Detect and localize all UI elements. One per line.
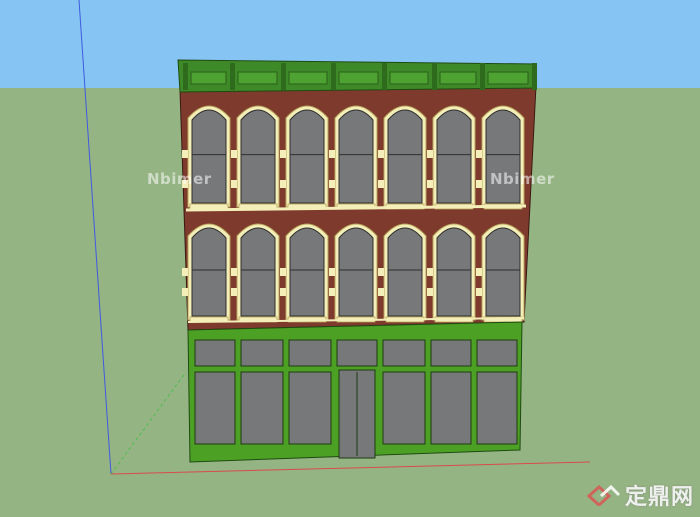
modeling-viewport[interactable]: Nbimer Nbimer 定鼎网 — [0, 0, 700, 517]
cornice-bracket — [230, 63, 235, 90]
quoin-block — [378, 150, 384, 158]
window-glass — [289, 227, 325, 317]
brand-logo: 定鼎网 — [586, 479, 694, 511]
quoin-block — [280, 150, 286, 158]
window-glass — [436, 227, 472, 317]
cornice-bracket — [183, 63, 188, 90]
cornice-panel — [237, 71, 278, 85]
3d-scene[interactable] — [0, 0, 700, 517]
quoin-block — [231, 150, 237, 158]
cornice-bracket — [432, 63, 437, 90]
quoin-block — [329, 150, 335, 158]
quoin-block — [182, 180, 188, 188]
window-glass — [436, 109, 472, 204]
quoin-block — [182, 288, 188, 296]
logo-text: 定鼎网 — [624, 485, 694, 510]
cornice-panel — [389, 71, 429, 85]
window-glass — [289, 109, 325, 204]
logo-icon — [586, 484, 621, 506]
quoin-block — [476, 180, 482, 188]
quoin-block — [231, 180, 237, 188]
display-window — [476, 371, 518, 445]
cornice-panel — [439, 71, 477, 85]
cornice-bracket — [382, 63, 387, 90]
window-glass — [240, 109, 276, 204]
quoin-block — [329, 268, 335, 276]
quoin-block — [329, 288, 335, 296]
window-glass — [387, 109, 423, 204]
cornice-panel — [338, 71, 379, 85]
window-glass — [191, 227, 227, 317]
transom-glass — [288, 339, 332, 367]
quoin-block — [476, 288, 482, 296]
quoin-block — [280, 180, 286, 188]
transom-glass — [240, 339, 284, 367]
display-window — [382, 371, 426, 445]
cornice-bracket — [480, 63, 485, 90]
window-glass — [338, 227, 374, 317]
quoin-block — [476, 150, 482, 158]
transom-glass — [476, 339, 518, 367]
cornice-bracket — [532, 63, 537, 90]
quoin-block — [280, 288, 286, 296]
cornice-bracket — [331, 63, 336, 90]
quoin-block — [231, 288, 237, 296]
window-glass — [338, 109, 374, 204]
quoin-block — [280, 268, 286, 276]
quoin-block — [476, 268, 482, 276]
building-model[interactable] — [177, 59, 537, 463]
window-glass — [191, 109, 227, 204]
quoin-block — [182, 150, 188, 158]
window-glass — [485, 109, 521, 204]
window-glass — [485, 227, 521, 317]
quoin-block — [427, 180, 433, 188]
window-glass — [240, 227, 276, 317]
transom-glass — [430, 339, 472, 367]
cornice-bracket — [281, 63, 286, 90]
quoin-block — [378, 268, 384, 276]
display-window — [194, 371, 236, 445]
quoin-block — [378, 180, 384, 188]
quoin-block — [427, 268, 433, 276]
quoin-block — [427, 288, 433, 296]
transom-glass — [382, 339, 426, 367]
transom-glass — [194, 339, 236, 367]
window-glass — [387, 227, 423, 317]
transom-glass — [336, 339, 378, 367]
cornice-panel — [487, 71, 529, 85]
quoin-block — [182, 268, 188, 276]
quoin-block — [329, 180, 335, 188]
quoin-block — [378, 288, 384, 296]
cornice-panel — [190, 71, 227, 85]
display-window — [240, 371, 284, 445]
display-window — [288, 371, 332, 445]
quoin-block — [231, 268, 237, 276]
cornice-panel — [288, 71, 328, 85]
quoin-block — [427, 150, 433, 158]
display-window — [430, 371, 472, 445]
